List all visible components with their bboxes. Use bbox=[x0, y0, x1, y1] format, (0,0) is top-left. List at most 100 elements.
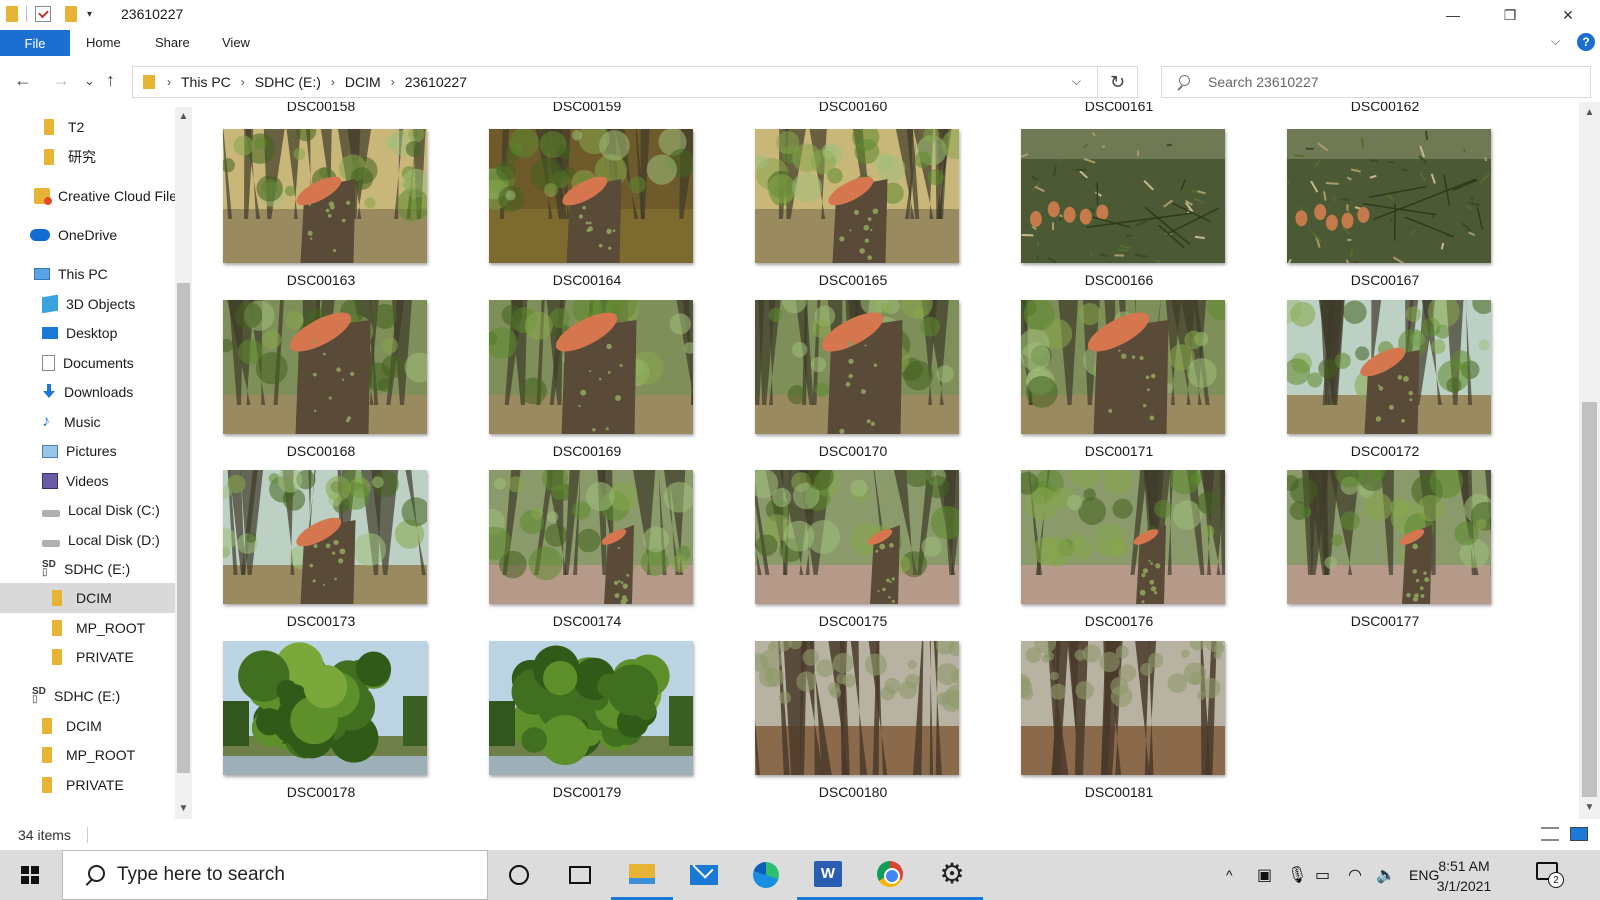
address-dropdown-icon[interactable]: ⌵ bbox=[1072, 74, 1081, 89]
file-tile[interactable]: DSC00172 bbox=[1280, 300, 1491, 470]
breadcrumb-sdhc[interactable]: SDHC (E:) bbox=[255, 74, 321, 90]
restore-button[interactable]: ❐ bbox=[1487, 0, 1533, 30]
photo-thumbnail[interactable] bbox=[1021, 470, 1225, 604]
scroll-down-arrow[interactable]: ▼ bbox=[1579, 799, 1600, 817]
tab-home[interactable]: Home bbox=[86, 35, 121, 50]
photo-thumbnail[interactable] bbox=[489, 470, 693, 604]
action-center-button[interactable]: 2 bbox=[1536, 862, 1564, 888]
sidebar-item[interactable]: Pictures bbox=[0, 436, 175, 466]
sidebar-item[interactable]: Documents bbox=[0, 348, 175, 378]
task-view-button[interactable] bbox=[549, 850, 611, 900]
photo-thumbnail[interactable] bbox=[489, 129, 693, 263]
file-tile[interactable]: DSC00171 bbox=[1014, 300, 1225, 470]
photo-thumbnail[interactable] bbox=[1021, 300, 1225, 434]
clock[interactable]: 8:51 AM 3/1/2021 bbox=[1432, 856, 1496, 896]
sidebar-item[interactable]: 3D Objects bbox=[0, 289, 175, 319]
breadcrumb-chevron[interactable]: › bbox=[391, 75, 395, 89]
large-icons-view-icon[interactable] bbox=[1570, 827, 1588, 841]
tab-view[interactable]: View bbox=[222, 35, 250, 50]
file-explorer-taskbar-button[interactable] bbox=[611, 850, 673, 900]
photo-thumbnail[interactable] bbox=[223, 129, 427, 263]
sidebar-item[interactable]: PRIVATE bbox=[0, 642, 175, 672]
settings-taskbar-button[interactable]: ⚙ bbox=[921, 850, 983, 900]
file-tile[interactable]: DSC00178 bbox=[216, 641, 427, 811]
photo-thumbnail[interactable] bbox=[755, 129, 959, 263]
sidebar-item[interactable]: Creative Cloud Files bbox=[0, 181, 175, 211]
sidebar-item[interactable]: SD ▯ SDHC (E:) bbox=[0, 681, 175, 711]
scroll-down-arrow[interactable]: ▼ bbox=[175, 801, 192, 817]
start-button[interactable] bbox=[0, 850, 60, 900]
breadcrumb-this-pc[interactable]: This PC bbox=[181, 74, 231, 90]
breadcrumb-chevron[interactable]: › bbox=[167, 75, 171, 89]
sidebar-item[interactable]: ♪ Music bbox=[0, 407, 175, 437]
chrome-taskbar-button[interactable] bbox=[859, 850, 921, 900]
sidebar-item[interactable]: This PC bbox=[0, 259, 175, 289]
refresh-button[interactable]: ↻ bbox=[1097, 67, 1137, 97]
file-name-label[interactable]: DSC00158 bbox=[216, 102, 426, 114]
photo-thumbnail[interactable] bbox=[755, 470, 959, 604]
file-tile[interactable]: DSC00166 bbox=[1014, 129, 1225, 299]
photo-thumbnail[interactable] bbox=[1287, 300, 1491, 434]
photo-thumbnail[interactable] bbox=[1021, 129, 1225, 263]
file-tile[interactable]: DSC00173 bbox=[216, 470, 427, 640]
breadcrumb-chevron[interactable]: › bbox=[241, 75, 245, 89]
file-tile[interactable]: DSC00163 bbox=[216, 129, 427, 299]
sidebar-item[interactable]: Downloads bbox=[0, 377, 175, 407]
sidebar-scrollbar[interactable]: ▲ ▼ bbox=[175, 107, 192, 819]
photo-thumbnail[interactable] bbox=[1021, 641, 1225, 775]
file-tile[interactable]: DSC00168 bbox=[216, 300, 427, 470]
sidebar-item[interactable]: Videos bbox=[0, 466, 175, 496]
file-name-label[interactable]: DSC00160 bbox=[748, 102, 958, 114]
microphone-icon[interactable]: 🎙 bbox=[1287, 850, 1307, 900]
sidebar-item[interactable]: MP_ROOT bbox=[0, 740, 175, 770]
forward-button[interactable]: → bbox=[52, 70, 70, 91]
file-tile[interactable]: DSC00165 bbox=[748, 129, 959, 299]
scrollbar-thumb[interactable] bbox=[177, 283, 190, 773]
customize-toolbar-icon[interactable]: ▾ bbox=[87, 9, 92, 20]
tab-share[interactable]: Share bbox=[155, 35, 190, 50]
photo-thumbnail[interactable] bbox=[755, 641, 959, 775]
recent-locations-button[interactable]: ⌄ bbox=[84, 73, 95, 89]
file-name-label[interactable]: DSC00162 bbox=[1280, 102, 1490, 114]
photo-thumbnail[interactable] bbox=[755, 300, 959, 434]
file-tile[interactable]: DSC00174 bbox=[482, 470, 693, 640]
up-button[interactable]: ↑ bbox=[106, 70, 115, 91]
wifi-icon[interactable]: ◠ bbox=[1348, 850, 1362, 900]
new-folder-icon[interactable] bbox=[65, 6, 77, 22]
close-button[interactable]: ✕ bbox=[1545, 0, 1591, 30]
photo-thumbnail[interactable] bbox=[489, 300, 693, 434]
breadcrumb-dcim[interactable]: DCIM bbox=[345, 74, 381, 90]
file-tile[interactable]: DSC00177 bbox=[1280, 470, 1491, 640]
file-tile[interactable]: DSC00169 bbox=[482, 300, 693, 470]
back-button[interactable]: ← bbox=[14, 70, 32, 91]
scroll-up-arrow[interactable]: ▲ bbox=[175, 109, 192, 125]
minimize-button[interactable]: — bbox=[1430, 0, 1476, 30]
file-name-label[interactable]: DSC00159 bbox=[482, 102, 692, 114]
details-view-icon[interactable] bbox=[1541, 827, 1559, 841]
sidebar-item[interactable]: MP_ROOT bbox=[0, 613, 175, 643]
scrollbar-thumb[interactable] bbox=[1582, 402, 1597, 797]
search-box[interactable]: Search 23610227 bbox=[1161, 66, 1591, 98]
volume-icon[interactable]: 🔈 bbox=[1376, 850, 1396, 900]
photo-thumbnail[interactable] bbox=[1287, 470, 1491, 604]
sidebar-item[interactable]: DCIM bbox=[0, 583, 175, 613]
properties-icon[interactable] bbox=[35, 6, 51, 22]
cortana-button[interactable] bbox=[488, 850, 550, 900]
file-tile[interactable]: DSC00167 bbox=[1280, 129, 1491, 299]
sidebar-item[interactable]: PRIVATE bbox=[0, 770, 175, 800]
photo-thumbnail[interactable] bbox=[223, 641, 427, 775]
word-taskbar-button[interactable]: W bbox=[797, 850, 859, 900]
file-tile[interactable]: DSC00179 bbox=[482, 641, 693, 811]
sidebar-item[interactable]: Local Disk (D:) bbox=[0, 525, 175, 555]
file-tile[interactable]: DSC00180 bbox=[748, 641, 959, 811]
photo-thumbnail[interactable] bbox=[1287, 129, 1491, 263]
expand-ribbon-icon[interactable]: ⌵ bbox=[1551, 34, 1560, 49]
photo-thumbnail[interactable] bbox=[223, 470, 427, 604]
sidebar-item[interactable]: T2 bbox=[0, 112, 175, 142]
sidebar-item[interactable]: SD ▯ SDHC (E:) bbox=[0, 554, 175, 584]
file-tile[interactable]: DSC00170 bbox=[748, 300, 959, 470]
content-scrollbar[interactable]: ▲ ▼ bbox=[1579, 102, 1600, 819]
battery-icon[interactable]: ▭ bbox=[1315, 850, 1330, 900]
show-hidden-icons-button[interactable]: ^ bbox=[1226, 850, 1233, 900]
meet-now-icon[interactable]: ▣ bbox=[1257, 850, 1272, 900]
